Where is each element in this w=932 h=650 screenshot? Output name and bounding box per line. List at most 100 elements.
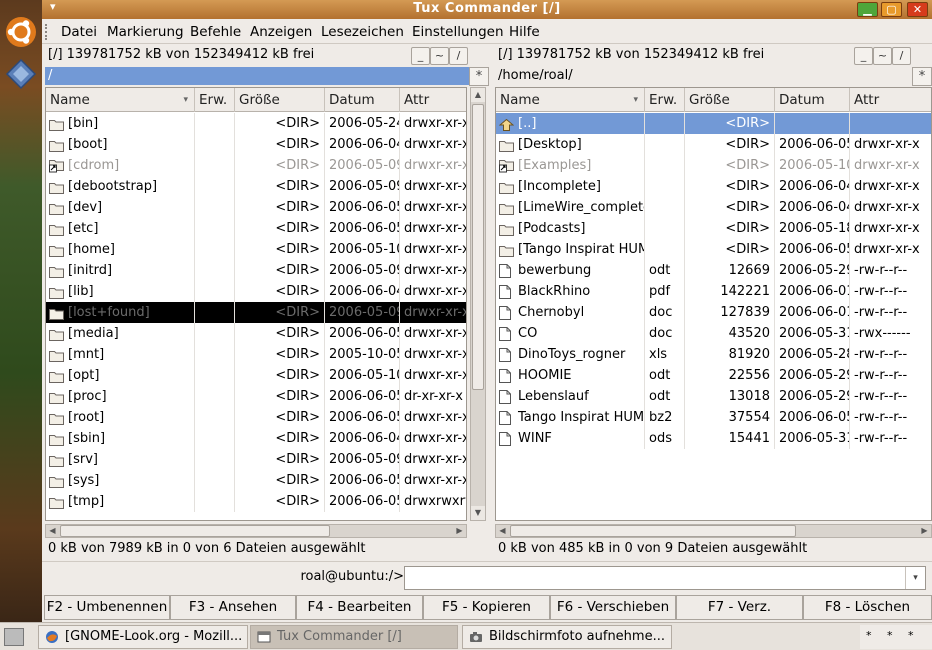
right-slash-button[interactable]: / <box>892 47 911 65</box>
f2-rename-button[interactable]: F2 - Umbenennen <box>44 595 170 620</box>
scroll-down-icon[interactable]: ▼ <box>471 506 485 520</box>
left-file-row[interactable]: [debootstrap] <DIR> 2006-05-09 drwxr-xr-x <box>46 176 466 197</box>
left-free-space: [/] 139781752 kB von 152349412 kB frei <box>48 47 315 62</box>
left-file-row[interactable]: [tmp] <DIR>2006-06-05drwxrwxrwt <box>46 491 466 512</box>
left-home-button[interactable]: ~ <box>430 47 449 65</box>
f6-move-button[interactable]: F6 - Verschieben <box>550 595 676 620</box>
left-file-row[interactable]: [bin] <DIR> 2006-05-24 drwxr-xr-x <box>46 113 466 134</box>
left-path-bar[interactable]: / <box>45 67 469 85</box>
menu-befehle[interactable]: Befehle <box>190 24 241 40</box>
file-icon <box>499 411 514 425</box>
right-col-ext[interactable]: Erw. <box>645 88 685 112</box>
left-file-row[interactable]: [lost+found] <DIR> 2006-05-09 drwxr-xr-x <box>46 302 466 323</box>
right-file-row[interactable]: [Incomplete] <DIR> 2006-06-04 drwxr-xr-x <box>496 176 931 197</box>
right-file-row[interactable]: [Examples] <DIR> 2006-05-10 drwxr-xr-x <box>496 155 931 176</box>
scroll-left-icon[interactable]: ◀ <box>496 525 509 537</box>
f8-delete-button[interactable]: F8 - Löschen <box>803 595 932 620</box>
left-file-row[interactable]: [mnt] <DIR> 2005-10-05 drwxr-xr-x <box>46 344 466 365</box>
right-file-row[interactable]: DinoToys_rogner xls 81920 2006-05-28 -rw-r--… <box>496 344 931 365</box>
right-hscroll-thumb[interactable] <box>510 525 796 537</box>
left-col-size[interactable]: Größe <box>235 88 325 112</box>
right-root-button[interactable]: _ <box>854 47 873 65</box>
menu-lesezeichen[interactable]: Lesezeichen <box>321 24 404 40</box>
task-firefox[interactable]: [GNOME-Look.org - Mozill... <box>38 625 248 649</box>
right-file-row[interactable]: [Tango Inspirat HUM. <DIR> 2006-06-05 drwxr… <box>496 239 931 260</box>
left-vertical-scrollbar[interactable]: ▲ ▼ <box>470 87 486 521</box>
right-col-date[interactable]: Datum <box>775 88 850 112</box>
right-file-row[interactable]: Lebenslauf odt 13018 2006-05-29 -rw-r--r-- <box>496 386 931 407</box>
left-file-list[interactable]: Name ▾ Erw. Größe Datum Attr [bin] <DIR> 20… <box>45 87 467 521</box>
scroll-right-icon[interactable]: ▶ <box>918 525 931 537</box>
right-file-list[interactable]: Name ▾ Erw. Größe Datum Attr [..] <DIR> [De… <box>495 87 932 521</box>
left-file-row[interactable]: [sbin] <DIR> 2006-06-04 drwxr-xr-x <box>46 428 466 449</box>
right-file-row[interactable]: [Podcasts] <DIR> 2006-05-18 drwxr-xr-x <box>496 218 931 239</box>
task-screenshot[interactable]: Bildschirmfoto aufnehme... <box>462 625 672 649</box>
left-col-date[interactable]: Datum <box>325 88 400 112</box>
left-bookmark-button[interactable]: * <box>469 67 489 86</box>
minimize-icon[interactable]: ▁ <box>857 2 878 17</box>
f5-copy-button[interactable]: F5 - Kopieren <box>423 595 550 620</box>
scroll-left-icon[interactable]: ◀ <box>46 525 59 537</box>
right-file-row[interactable]: bewerbung odt 12669 2006-05-29 -rw-r--r-- <box>496 260 931 281</box>
left-col-ext[interactable]: Erw. <box>195 88 235 112</box>
left-horizontal-scrollbar[interactable]: ◀ ▶ <box>45 524 467 538</box>
right-file-row[interactable]: [LimeWire_complete <DIR> 2006-06-04 drwxr-x… <box>496 197 931 218</box>
maximize-icon[interactable]: ▢ <box>881 2 902 17</box>
f3-view-button[interactable]: F3 - Ansehen <box>170 595 296 620</box>
left-file-row[interactable]: [media] <DIR> 2006-06-05 drwxr-xr-x <box>46 323 466 344</box>
scroll-up-icon[interactable]: ▲ <box>471 88 485 102</box>
left-file-row[interactable]: [root] <DIR> 2006-06-05 drwxr-xr-x <box>46 407 466 428</box>
right-col-attr[interactable]: Attr <box>850 88 931 112</box>
f7-mkdir-button[interactable]: F7 - Verz. erstellen <box>676 595 803 620</box>
right-file-row[interactable]: WINF ods 15441 2006-05-31 -rw-r--r-- <box>496 428 931 449</box>
left-file-row[interactable]: [sys] <DIR> 2006-06-05 drwxr-xr-x <box>46 470 466 491</box>
show-desktop-icon[interactable] <box>4 628 24 646</box>
desktop-launcher-icon[interactable] <box>3 56 39 92</box>
command-input[interactable]: ▾ <box>404 566 926 590</box>
f4-edit-button[interactable]: F4 - Bearbeiten <box>296 595 423 620</box>
left-col-name[interactable]: Name ▾ <box>46 88 195 112</box>
left-col-attr[interactable]: Attr <box>400 88 466 112</box>
task-tux-commander[interactable]: Tux Commander [/] <box>250 625 458 649</box>
right-file-row[interactable]: CO doc 43520 2006-05-31 -rwx------ <box>496 323 931 344</box>
menu-hilfe[interactable]: Hilfe <box>509 24 540 40</box>
menu-markierung[interactable]: Markierung <box>107 24 184 40</box>
menu-einstellungen[interactable]: Einstellungen <box>412 24 504 40</box>
right-path-bar[interactable]: /home/roal/ <box>495 67 912 85</box>
ubuntu-logo-icon[interactable] <box>3 14 39 50</box>
right-file-row[interactable]: Chernobyl doc 127839 2006-06-01 -rw-r--r-- <box>496 302 931 323</box>
right-file-row[interactable]: BlackRhino pdf 142221 2006-06-01 -rw-r--r-- <box>496 281 931 302</box>
left-hscroll-thumb[interactable] <box>60 525 330 537</box>
left-file-row[interactable]: [initrd] <DIR> 2006-05-09 drwxr-xr-x <box>46 260 466 281</box>
file-icon <box>499 369 514 383</box>
menu-anzeigen[interactable]: Anzeigen <box>250 24 312 40</box>
left-file-row[interactable]: [proc] <DIR> 2006-06-05 dr-xr-xr-x <box>46 386 466 407</box>
left-file-row[interactable]: [opt] <DIR> 2006-05-10 drwxr-xr-x <box>46 365 466 386</box>
right-bookmark-button[interactable]: * <box>912 67 932 86</box>
right-file-row[interactable]: [..] <DIR> <box>496 113 931 134</box>
left-root-button[interactable]: _ <box>411 47 430 65</box>
left-file-row[interactable]: [etc] <DIR> 2006-06-05 drwxr-xr-x <box>46 218 466 239</box>
left-scroll-thumb[interactable] <box>472 104 484 390</box>
left-file-row[interactable]: [lib] <DIR> 2006-06-04 drwxr-xr-x <box>46 281 466 302</box>
left-file-row[interactable]: [home] <DIR> 2006-05-10 drwxr-xr-x <box>46 239 466 260</box>
scroll-right-icon[interactable]: ▶ <box>453 525 466 537</box>
chevron-down-icon[interactable]: ▾ <box>905 567 925 589</box>
right-file-row[interactable]: [Desktop] <DIR> 2006-06-05 drwxr-xr-x <box>496 134 931 155</box>
right-file-row[interactable]: HOOMIE odt 22556 2006-05-29 -rw-r--r-- <box>496 365 931 386</box>
cell-date: 2005-10-05 <box>325 344 400 365</box>
right-file-row[interactable]: Tango Inspirat HUMA bz2 37554 2006-06-05 -rw… <box>496 407 931 428</box>
left-file-row[interactable]: [cdrom] <DIR> 2006-05-09 drwxr-xr-x <box>46 155 466 176</box>
right-col-size[interactable]: Größe <box>685 88 775 112</box>
close-icon[interactable]: ✕ <box>907 2 928 17</box>
workspace-switcher[interactable]: * * * * <box>860 625 932 649</box>
left-file-row[interactable]: [dev] <DIR> 2006-06-05 drwxr-xr-x <box>46 197 466 218</box>
left-slash-button[interactable]: / <box>449 47 468 65</box>
right-horizontal-scrollbar[interactable]: ◀ ▶ <box>495 524 932 538</box>
left-file-row[interactable]: [srv] <DIR> 2006-05-09 drwxr-xr-x <box>46 449 466 470</box>
title-bar[interactable]: ▾ Tux Commander [/] ▁ ▢ ✕ <box>42 0 932 19</box>
left-file-row[interactable]: [boot] <DIR> 2006-06-04 drwxr-xr-x <box>46 134 466 155</box>
menu-datei[interactable]: Datei <box>61 24 97 40</box>
right-col-name[interactable]: Name ▾ <box>496 88 645 112</box>
right-home-button[interactable]: ~ <box>873 47 892 65</box>
